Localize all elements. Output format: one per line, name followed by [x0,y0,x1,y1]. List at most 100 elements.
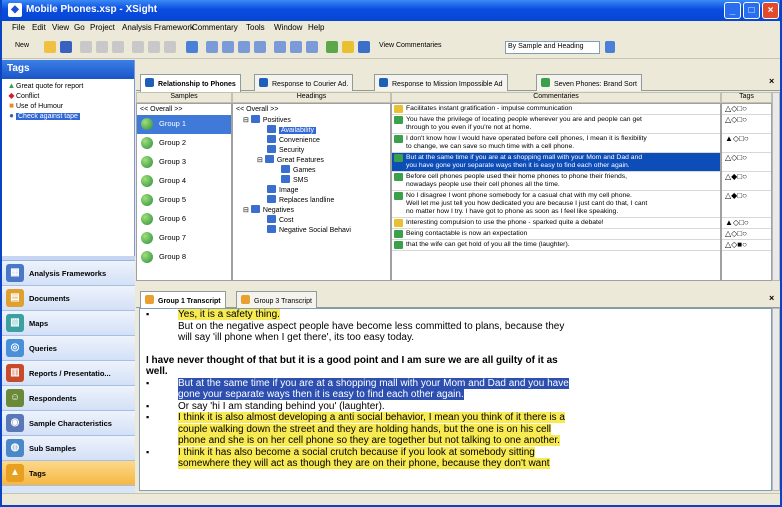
commentary-item[interactable]: No I disagree I wont phone somebody for … [392,191,720,218]
tag-cell[interactable]: △◇□○ [722,229,771,240]
heading-item[interactable]: Convenience [233,135,390,145]
menu-project[interactable]: Project [90,23,115,32]
nav-sub-samples[interactable]: ◍ Sub Samples [2,436,135,461]
print-icon[interactable] [80,41,92,53]
close-button[interactable]: × [762,2,779,19]
dropdown-arrow-icon[interactable] [605,41,615,53]
heading-item[interactable]: Games [233,165,390,175]
menu-go[interactable]: Go [74,23,85,32]
heading-item[interactable]: SMS [233,175,390,185]
menu-tools[interactable]: Tools [246,23,265,32]
sample-item[interactable]: Group 4 [137,172,231,191]
tab-seven-phones-brand-sort[interactable]: Seven Phones: Brand Sort [536,74,642,91]
sample-item[interactable]: Group 6 [137,210,231,229]
unlink-icon[interactable] [290,41,302,53]
menu-edit[interactable]: Edit [32,23,46,32]
commentary-item[interactable]: Before cell phones people used their hom… [392,172,720,191]
commentary-item[interactable]: Being contactable is now an expectation [392,229,720,240]
filter-icon[interactable] [358,41,370,53]
nav-sample-characteristics[interactable]: ◉ Sample Characteristics [2,411,135,436]
heading-item[interactable]: Security [233,145,390,155]
transcript-scrollbar[interactable] [772,308,780,491]
nav-respondents[interactable]: ☺ Respondents [2,386,135,411]
close-tab-icon[interactable]: × [769,76,774,86]
heading-item[interactable]: Negative Social Behavi [233,225,390,235]
nav-tags[interactable]: ▲ Tags [2,461,135,486]
tag-item[interactable]: ▲Great quote for report [7,81,134,91]
find-icon[interactable] [112,41,124,53]
tags-column-header[interactable]: Tags [721,92,772,103]
tab-response-to-courier-ad[interactable]: Response to Courier Ad. [254,74,354,91]
commentary-item[interactable]: I don't know how I would have operated b… [392,134,720,153]
sample-item[interactable]: Group 8 [137,248,231,267]
sample-item[interactable]: Group 3 [137,153,231,172]
commentary-item[interactable]: that the wife can get hold of you all th… [392,240,720,251]
nav-maps[interactable]: ▧ Maps [2,311,135,336]
refresh-icon[interactable] [306,41,318,53]
heading-item[interactable]: Availability [233,125,390,135]
sample-item[interactable]: Group 2 [137,134,231,153]
headings-column-header[interactable]: Headings [232,92,391,103]
commentary-item[interactable]: You have the privilege of locating peopl… [392,115,720,134]
commentaries-scrollbar[interactable] [772,92,780,281]
tag-cell[interactable]: ▲◇□○ [722,218,771,229]
new-item-icon[interactable] [186,41,198,53]
tag-cell[interactable]: △◇□○ [722,153,771,172]
heading-item[interactable]: ⊟ Great Features [233,155,390,165]
sample-item[interactable]: Group 1 [137,115,231,134]
commentary-item[interactable]: Interesting compulsion to use the phone … [392,218,720,229]
tag-cell[interactable]: ▲◇□○ [722,134,771,153]
nav-documents[interactable]: ▤ Documents [2,286,135,311]
heading-item[interactable]: ⊟ Positives [233,115,390,125]
move-down-icon[interactable] [254,41,266,53]
tag-cell[interactable]: △◆□○ [722,172,771,191]
tag-cell[interactable]: △◇■○ [722,240,771,251]
cut-icon[interactable] [132,41,144,53]
open-icon[interactable] [44,41,56,53]
tab-group-1-transcript[interactable]: Group 1 Transcript [140,291,226,309]
heading-item[interactable]: ⊟ Negatives [233,205,390,215]
heading-item[interactable]: Cost [233,215,390,225]
commentary-item[interactable]: Facilitates instant gratification - impu… [392,104,720,115]
new-button[interactable]: New [12,40,32,55]
tab-response-to-mission-impossible-ad[interactable]: Response to Mission Impossible Ad [374,74,508,91]
menu-help[interactable]: Help [308,23,324,32]
samples-column-header[interactable]: Samples [136,92,232,103]
copy-icon[interactable] [148,41,160,53]
menu-view[interactable]: View [52,23,69,32]
link-icon[interactable] [274,41,286,53]
save-icon[interactable] [60,41,72,53]
sample-item[interactable]: Group 7 [137,229,231,248]
tag-cell[interactable]: △◇□○ [722,115,771,134]
tag-cell[interactable]: △◇□○ [722,104,771,115]
highlight-icon[interactable] [342,41,354,53]
menu-window[interactable]: Window [274,23,302,32]
close-transcript-icon[interactable]: × [769,293,774,303]
tag-item[interactable]: ◆Conflict [7,91,134,101]
commentary-item[interactable]: But at the same time if you are at a sho… [392,153,720,172]
nav-analysis-frameworks[interactable]: ▦ Analysis Frameworks [2,261,135,286]
view-select[interactable]: By Sample and Heading [505,41,600,54]
menu-file[interactable]: File [12,23,25,32]
sample-item[interactable]: Group 5 [137,191,231,210]
overall-link[interactable]: << Overall >> [233,104,390,115]
commentaries-column-header[interactable]: Commentaries [391,92,721,103]
tag-cell[interactable]: △◆□○ [722,191,771,218]
transcript-text[interactable]: ▪ Yes, it is a safety thing. But on the n… [139,308,772,491]
tag-icon[interactable] [326,41,338,53]
maximize-button[interactable]: □ [743,2,760,19]
heading-item[interactable]: Image [233,185,390,195]
overall-link[interactable]: << Overall >> [137,104,231,115]
tab-relationship-to-phones[interactable]: Relationship to Phones [140,74,241,92]
nav-queries[interactable]: ◎ Queries [2,336,135,361]
indent-icon[interactable] [206,41,218,53]
nav-reports[interactable]: ▥ Reports / Presentatio... [2,361,135,386]
move-up-icon[interactable] [238,41,250,53]
tag-item[interactable]: ■ Use of Humour [7,101,134,111]
heading-item[interactable]: Replaces landline [233,195,390,205]
menu-commentary[interactable]: Commentary [192,23,238,32]
minimize-button[interactable]: _ [724,2,741,19]
menu-analysis-framework[interactable]: Analysis Framework [122,23,194,32]
tab-group-3-transcript[interactable]: Group 3 Transcript [236,291,317,308]
tag-item[interactable]: ● Check against tape [7,111,134,121]
